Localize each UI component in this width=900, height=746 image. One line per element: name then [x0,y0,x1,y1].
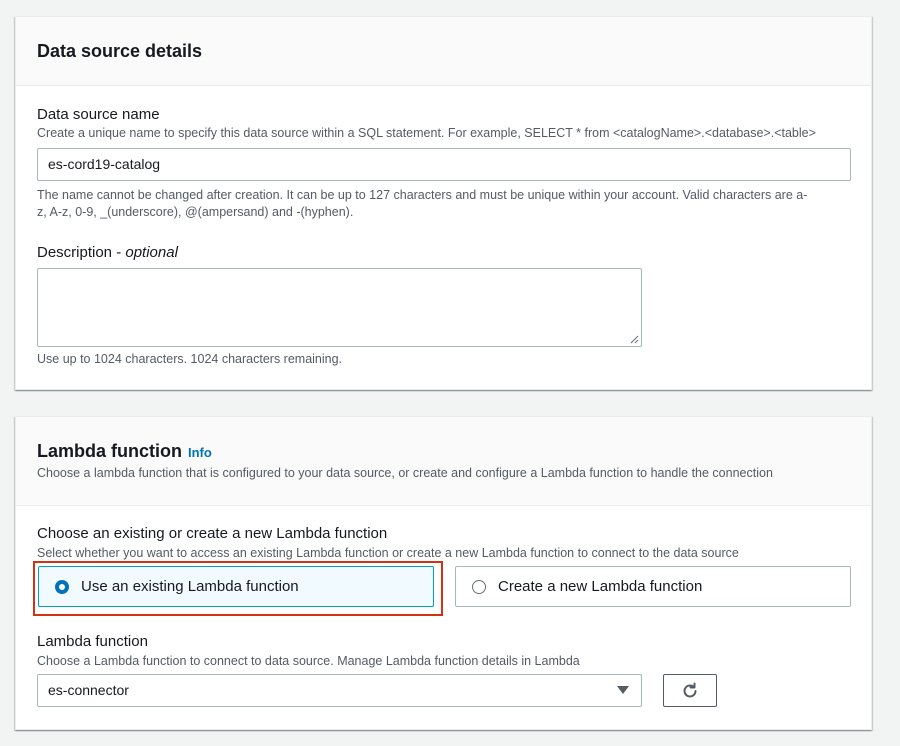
description-optional-text: optional [125,244,178,261]
lambda-choice-description: Select whether you want to access an exi… [37,546,739,560]
lambda-title-row: Lambda function Info [37,441,212,462]
refresh-icon [683,682,697,697]
constraint-line-2: z, A-z, 0-9, _(underscore), @(ampersand)… [37,205,354,219]
data-source-name-description: Create a unique name to specify this dat… [37,126,816,140]
lambda-info-link[interactable]: Info [188,445,212,460]
data-source-name-label: Data source name [37,106,160,123]
caret-down-icon [617,686,629,694]
lambda-function-label: Lambda function [37,633,148,650]
description-textarea[interactable] [37,268,642,347]
description-label: Description - optional [37,244,178,261]
lambda-function-header: Lambda function Info Choose a lambda fun… [16,417,871,506]
description-hint: Use up to 1024 characters. 1024 characte… [37,352,343,366]
radio-use-existing-lambda[interactable]: Use an existing Lambda function [38,566,434,607]
data-source-name-input[interactable]: es-cord19-catalog [37,148,851,181]
data-source-details-panel: Data source details Data source name Cre… [15,16,872,390]
radio-selected-icon[interactable] [55,579,69,594]
lambda-function-select[interactable]: es-connector [37,674,642,707]
refresh-button[interactable] [663,674,717,707]
lambda-choice-label: Choose an existing or create a new Lambd… [37,525,388,542]
radio-unselected-icon[interactable] [472,579,486,594]
data-source-name-constraint: The name cannot be changed after creatio… [37,187,857,221]
resize-handle-icon[interactable] [630,335,639,344]
lambda-function-select-value: es-connector [48,682,129,698]
radio-create-new-label: Create a new Lambda function [498,578,703,595]
radio-create-new-lambda[interactable]: Create a new Lambda function [455,566,851,607]
data-source-details-title: Data source details [37,40,203,61]
lambda-function-subtitle: Choose a lambda function that is configu… [37,466,773,480]
lambda-function-description: Choose a Lambda function to connect to d… [37,654,580,668]
lambda-function-panel: Lambda function Info Choose a lambda fun… [15,416,872,730]
description-label-text: Description - [37,244,126,261]
lambda-function-title: Lambda function [37,441,182,461]
radio-use-existing-label: Use an existing Lambda function [81,578,299,595]
data-source-details-header: Data source details [16,17,871,86]
constraint-line-1: The name cannot be changed after creatio… [37,188,808,202]
